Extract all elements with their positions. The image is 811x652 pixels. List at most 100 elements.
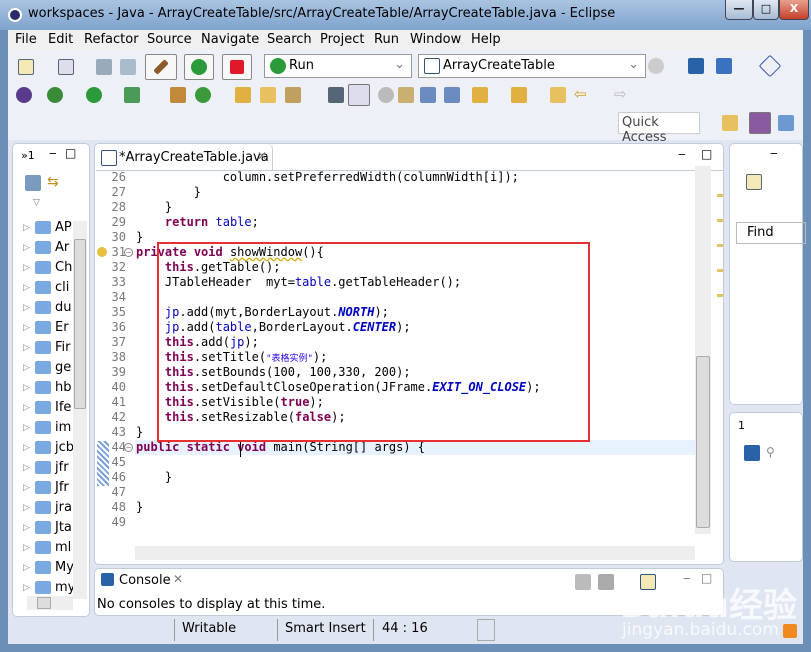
scrollbar-thumb[interactable]: [696, 356, 710, 528]
menu-edit[interactable]: Edit: [48, 32, 73, 47]
expand-icon[interactable]: ▷: [23, 383, 30, 393]
expand-icon[interactable]: ▷: [23, 523, 30, 533]
stop-button[interactable]: [222, 54, 252, 80]
editor-vertical-scrollbar[interactable]: [695, 166, 711, 534]
code-line[interactable]: }: [136, 425, 143, 439]
expand-icon[interactable]: ▷: [23, 263, 30, 273]
block-selection-icon[interactable]: [398, 87, 414, 103]
expand-icon[interactable]: ▷: [23, 323, 30, 333]
menu-help[interactable]: Help: [471, 32, 501, 47]
launch-target-combo[interactable]: ArrayCreateTable ⌄: [418, 54, 646, 78]
paragraph-icon[interactable]: [444, 87, 460, 103]
tree-horizontal-scrollbar[interactable]: [27, 596, 73, 610]
close-button[interactable]: X: [779, 0, 809, 20]
menu-window[interactable]: Window: [410, 32, 461, 47]
close-tab-icon[interactable]: ✕: [257, 149, 267, 163]
expand-icon[interactable]: ▷: [23, 283, 30, 293]
find-input[interactable]: Find: [736, 222, 806, 244]
code-line[interactable]: return table;: [136, 215, 259, 229]
maximize-icon[interactable]: □: [65, 146, 76, 160]
link-editor-icon[interactable]: ⇆: [47, 175, 63, 191]
new-class-icon[interactable]: [58, 59, 74, 75]
fold-collapse-icon[interactable]: −: [124, 443, 133, 452]
run-icon[interactable]: [86, 87, 102, 103]
search-icon[interactable]: [285, 87, 301, 103]
java-perspective-icon[interactable]: [749, 112, 771, 134]
expand-icon[interactable]: ▷: [23, 443, 30, 453]
open-perspective-icon[interactable]: [722, 115, 738, 131]
menu-project[interactable]: Project: [320, 32, 364, 47]
expand-icon[interactable]: ▷: [23, 503, 30, 513]
menu-run[interactable]: Run: [374, 32, 399, 47]
expand-icon[interactable]: ▷: [23, 223, 30, 233]
back-icon[interactable]: ⇦: [574, 87, 590, 103]
display-console-icon[interactable]: [598, 574, 614, 590]
code-line[interactable]: }: [136, 470, 172, 484]
expand-icon[interactable]: ▷: [23, 563, 30, 573]
new-icon[interactable]: [18, 59, 34, 75]
console-tab[interactable]: Console ✕: [95, 569, 191, 591]
pin-console-icon[interactable]: [575, 574, 591, 590]
code-line[interactable]: }: [136, 185, 201, 199]
show-whitespace-icon[interactable]: [420, 87, 436, 103]
menu-search[interactable]: Search: [267, 32, 312, 47]
run-config-combo[interactable]: Run ⌄: [264, 54, 412, 78]
warning-lightbulb-icon[interactable]: [97, 247, 107, 257]
next-annotation-icon[interactable]: [472, 87, 488, 103]
save-icon[interactable]: [96, 59, 112, 75]
expand-icon[interactable]: ▷: [23, 403, 30, 413]
editor-horizontal-scrollbar[interactable]: [135, 546, 695, 560]
fold-collapse-icon[interactable]: −: [124, 248, 133, 257]
console-view-icon[interactable]: [688, 58, 704, 74]
code-line[interactable]: }: [136, 500, 143, 514]
menu-file[interactable]: File: [15, 32, 37, 47]
highlight-toggle-icon[interactable]: [348, 84, 370, 106]
tree-vertical-scrollbar[interactable]: [73, 221, 87, 599]
forward-icon[interactable]: ⇨: [614, 87, 630, 103]
run-button[interactable]: [184, 54, 214, 80]
expand-icon[interactable]: ▷: [23, 583, 30, 593]
annotation-icon[interactable]: [328, 87, 344, 103]
breadcrumb-icon[interactable]: [378, 87, 394, 103]
collapse-all-icon[interactable]: [25, 175, 41, 191]
expand-icon[interactable]: ▷: [23, 483, 30, 493]
menu-navigate[interactable]: Navigate: [201, 32, 259, 47]
maximize-icon[interactable]: □: [701, 147, 712, 161]
code-line[interactable]: column.setPreferredWidth(columnWidth[i])…: [136, 170, 519, 184]
gear-icon[interactable]: [648, 58, 664, 74]
minimize-icon[interactable]: ‒: [49, 146, 57, 160]
scrollbar-thumb[interactable]: [74, 239, 86, 409]
maximize-button[interactable]: □: [753, 0, 779, 20]
scrollbar-thumb[interactable]: [37, 597, 51, 609]
info-icon[interactable]: [16, 87, 32, 103]
close-tab-icon[interactable]: ✕: [173, 572, 183, 586]
editor-tab[interactable]: *ArrayCreateTable.java ✕: [95, 144, 273, 170]
run-list-icon[interactable]: [716, 58, 732, 74]
debug-icon[interactable]: [47, 87, 63, 103]
panel-tab[interactable]: »1: [21, 149, 35, 162]
code-line[interactable]: }: [136, 200, 172, 214]
code-line[interactable]: public static void main(String[] args) {: [136, 440, 425, 454]
new-task-icon[interactable]: [746, 174, 762, 190]
previous-annotation-icon[interactable]: [511, 87, 527, 103]
hierarchy-icon[interactable]: ⚲: [766, 445, 782, 461]
expand-icon[interactable]: ▷: [23, 363, 30, 373]
expand-icon[interactable]: ▷: [23, 543, 30, 553]
expand-icon[interactable]: ▷: [23, 303, 30, 313]
minimize-icon[interactable]: ‒: [678, 147, 686, 161]
debug-perspective-icon[interactable]: [778, 115, 794, 131]
expand-icon[interactable]: ▷: [23, 243, 30, 253]
coverage-icon[interactable]: [124, 87, 140, 103]
quick-access-input[interactable]: Quick Access: [618, 112, 700, 145]
open-folder-icon[interactable]: [260, 87, 276, 103]
build-button[interactable]: [145, 54, 177, 80]
menu-source[interactable]: Source: [147, 32, 192, 47]
save-all-icon[interactable]: [120, 59, 136, 75]
code-line[interactable]: }: [136, 230, 143, 244]
last-edit-icon[interactable]: [550, 87, 566, 103]
minimize-icon[interactable]: ‒: [770, 146, 778, 160]
console-view-icon[interactable]: [744, 445, 760, 461]
new-class-icon[interactable]: [195, 87, 211, 103]
minimize-button[interactable]: —: [725, 0, 753, 20]
expand-icon[interactable]: ▷: [23, 343, 30, 353]
